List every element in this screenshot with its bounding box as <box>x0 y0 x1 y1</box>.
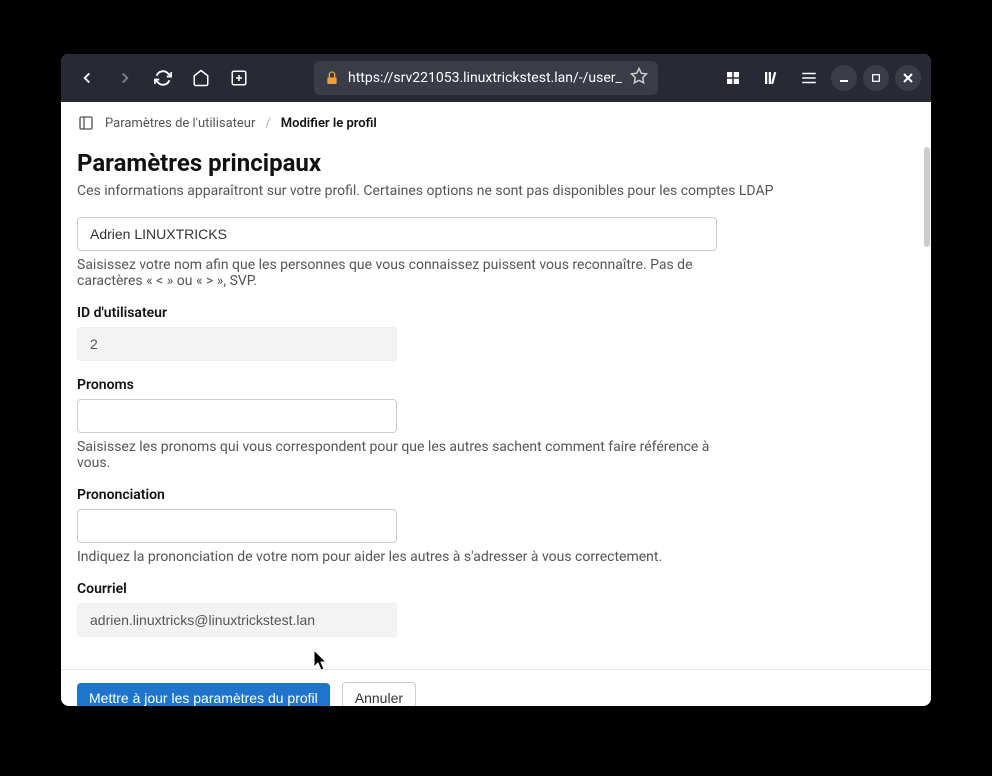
lock-warning-icon <box>324 70 340 86</box>
url-bar[interactable]: https://srv221053.linuxtrickstest.lan/-/… <box>314 61 658 95</box>
breadcrumb-separator: / <box>265 116 270 131</box>
home-button[interactable] <box>185 62 217 94</box>
cancel-button[interactable]: Annuler <box>342 682 416 706</box>
bookmark-star-icon[interactable] <box>630 67 648 89</box>
back-button[interactable] <box>71 62 103 94</box>
breadcrumb: Paramètres de l'utilisateur / Modifier l… <box>61 102 931 145</box>
library-icon[interactable] <box>755 62 787 94</box>
sidebar-toggle-icon[interactable] <box>77 114 95 132</box>
scrollbar[interactable] <box>923 102 931 706</box>
menu-icon[interactable] <box>793 62 825 94</box>
browser-window: https://srv221053.linuxtrickstest.lan/-/… <box>61 54 931 706</box>
close-button[interactable] <box>895 65 921 91</box>
forward-button[interactable] <box>109 62 141 94</box>
page-title: Paramètres principaux <box>77 149 915 177</box>
pronunciation-input[interactable] <box>77 509 397 543</box>
email-label: Courriel <box>77 581 915 597</box>
pronunciation-help: Indiquez la prononciation de votre nom p… <box>77 549 717 565</box>
pronunciation-label: Prononciation <box>77 487 915 503</box>
page-description: Ces informations apparaîtront sur votre … <box>77 183 915 199</box>
pronouns-input[interactable] <box>77 399 397 433</box>
form-footer: Mettre à jour les paramètres du profil A… <box>61 669 931 706</box>
userid-input <box>77 327 397 361</box>
userid-label: ID d'utilisateur <box>77 305 915 321</box>
submit-button[interactable]: Mettre à jour les paramètres du profil <box>77 683 330 706</box>
pronouns-label: Pronoms <box>77 377 915 393</box>
minimize-button[interactable] <box>831 65 857 91</box>
breadcrumb-current: Modifier le profil <box>281 116 377 131</box>
page-content: Paramètres de l'utilisateur / Modifier l… <box>61 102 931 706</box>
browser-titlebar: https://srv221053.linuxtrickstest.lan/-/… <box>61 54 931 102</box>
pronouns-help: Saisissez les pronoms qui vous correspon… <box>77 439 717 471</box>
scrollbar-thumb[interactable] <box>924 147 930 247</box>
email-input <box>77 603 397 637</box>
breadcrumb-parent[interactable]: Paramètres de l'utilisateur <box>105 116 255 131</box>
url-text: https://srv221053.linuxtrickstest.lan/-/… <box>348 70 622 86</box>
apps-icon[interactable] <box>717 62 749 94</box>
reload-button[interactable] <box>147 62 179 94</box>
name-help: Saisissez votre nom afin que les personn… <box>77 257 717 289</box>
new-tab-button[interactable] <box>223 62 255 94</box>
maximize-button[interactable] <box>863 65 889 91</box>
name-input[interactable] <box>77 217 717 251</box>
